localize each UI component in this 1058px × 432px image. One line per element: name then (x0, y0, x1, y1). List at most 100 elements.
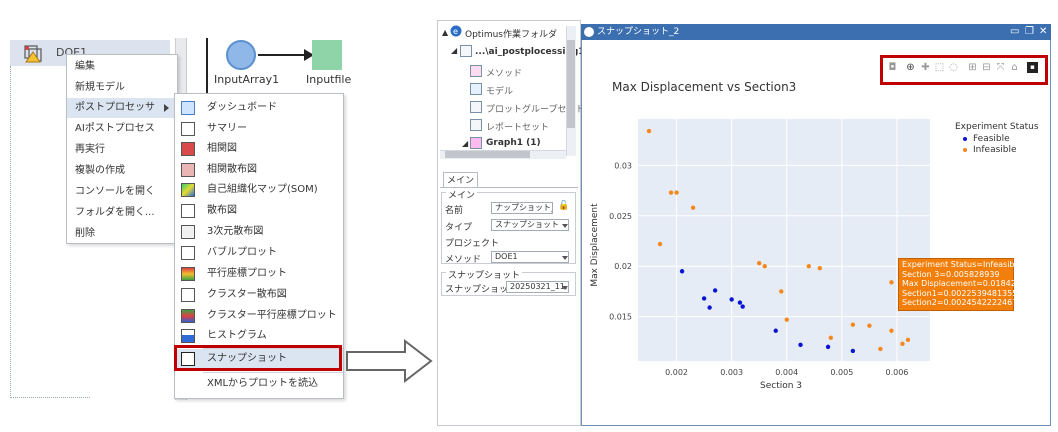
data-point-infeasible[interactable] (806, 264, 811, 269)
tree-guide-line (10, 66, 11, 396)
data-point-feasible[interactable] (737, 300, 743, 305)
data-point-infeasible[interactable] (867, 323, 872, 328)
menu-item-ai-postprocess[interactable]: AIポストプロセス (67, 119, 177, 139)
menu-item-new-model[interactable]: 新規モデル (67, 78, 177, 98)
data-point-infeasible[interactable] (905, 337, 911, 343)
data-point-feasible[interactable] (825, 344, 831, 350)
tree-collapse-icon[interactable]: ◢ (451, 46, 457, 55)
menu-item-cluster-parallel[interactable]: クラスター平行座標プロット (175, 306, 343, 326)
snapshot-select[interactable]: 20250321_11... (506, 281, 569, 293)
data-point-feasible[interactable] (679, 269, 685, 274)
menu-item-label: 散布図 (207, 205, 237, 216)
menu-item-open-console[interactable]: コンソールを開く (67, 182, 177, 202)
restore-icon[interactable]: ❐ (1025, 25, 1034, 39)
tree-item-report[interactable]: レポートセット (486, 120, 549, 133)
menu-item-cluster-scatter[interactable]: クラスター散布図 (175, 285, 343, 305)
data-point-infeasible[interactable] (690, 205, 696, 210)
home-icon[interactable]: ⌂ (1009, 62, 1020, 73)
method-select[interactable]: DOE1 (491, 251, 569, 263)
menu-item-3d-scatter[interactable]: 3次元散布図 (175, 222, 343, 242)
box-select-icon[interactable]: ⬚ (934, 62, 945, 73)
tab-main[interactable]: メイン (443, 172, 478, 188)
data-point-feasible[interactable] (740, 304, 745, 309)
autoscale-icon[interactable]: ⤧ (995, 62, 1006, 73)
group-main-title: メイン (446, 188, 478, 201)
data-point-feasible[interactable] (712, 288, 718, 293)
menu-item-dashboard[interactable]: ダッシュボード (175, 98, 343, 118)
menu-item-correlation-scatter[interactable]: 相関散布図 (175, 160, 343, 180)
legend-item-feasible[interactable]: Feasible (963, 134, 1039, 144)
menu-item-parallel[interactable]: 平行座標プロット (175, 264, 343, 284)
data-point-infeasible[interactable] (674, 190, 679, 195)
name-label: 名前 (445, 206, 464, 216)
data-point-feasible[interactable] (773, 328, 778, 333)
data-point-infeasible[interactable] (657, 241, 663, 247)
x-tick-label: 0.005 (830, 368, 853, 377)
close-icon[interactable]: ✕ (1039, 25, 1047, 39)
data-point-infeasible[interactable] (850, 322, 856, 327)
cluster-scatter-icon (181, 288, 195, 302)
data-point-infeasible[interactable] (828, 335, 834, 341)
data-point-feasible[interactable] (798, 342, 803, 348)
menu-item-delete[interactable]: 削除 (67, 224, 177, 244)
lock-icon[interactable]: 🔓 (558, 201, 569, 211)
workflow-node-inputfile[interactable] (312, 40, 342, 70)
zoom-in-icon[interactable]: ⊞ (967, 62, 978, 73)
legend-item-infeasible[interactable]: Infeasible (963, 145, 1039, 155)
name-field[interactable]: ナップショット_2 (491, 202, 553, 214)
data-point-infeasible[interactable] (889, 280, 894, 285)
menu-item-open-folder[interactable]: フォルダを開く... (67, 203, 177, 223)
lasso-icon[interactable]: ◌ (948, 62, 959, 73)
plotly-logo-icon[interactable]: ▪ (1027, 62, 1038, 73)
tree-item-method[interactable]: メソッド (486, 66, 522, 79)
camera-icon[interactable]: ◘ (887, 62, 898, 73)
tree-scrollbar-thumb[interactable] (567, 40, 575, 128)
menu-item-duplicate[interactable]: 複製の作成 (67, 161, 177, 181)
data-point-feasible[interactable] (701, 296, 707, 301)
zoom-icon[interactable]: ⊕ (905, 62, 916, 73)
menu-item-scatter[interactable]: 散布図 (175, 201, 343, 221)
scatter-chart: 0.015 0.02 0.025 0.03 0.002 0.003 0.004 0.005 0.… (609, 119, 930, 377)
data-point-feasible[interactable] (729, 297, 734, 302)
tree-guide-line-h (10, 397, 90, 398)
menu-item-rerun[interactable]: 再実行 (67, 140, 177, 160)
menu-item-summary[interactable]: サマリー (175, 119, 343, 139)
menu-item-edit[interactable]: 編集 (67, 57, 177, 77)
workflow-bar (206, 38, 208, 93)
data-point-feasible[interactable] (707, 305, 712, 310)
menu-item-som[interactable]: 自己組織化マップ(SOM) (175, 180, 343, 200)
pan-icon[interactable]: ✚ (920, 62, 931, 73)
data-point-infeasible[interactable] (646, 128, 652, 134)
data-point-infeasible[interactable] (668, 190, 674, 195)
table-icon (181, 122, 195, 136)
legend-marker-feasible (963, 136, 967, 141)
chevron-down-icon (562, 286, 568, 290)
snapshot-window-title[interactable]: スナップショット_2 (581, 24, 1051, 40)
tree-item-graph1[interactable]: Graph1 (1) (486, 138, 541, 148)
data-point-infeasible[interactable] (757, 260, 762, 266)
hover-tooltip: Experiment Status=Infeasible Section 3=0… (898, 258, 1033, 311)
tree-item-model[interactable]: モデル (486, 84, 513, 97)
workflow-node-inputarray1[interactable] (226, 40, 256, 70)
zoom-out-icon[interactable]: ⊟ (981, 62, 992, 73)
tree-root[interactable]: Optimus作業フォルダ (465, 27, 557, 40)
type-select[interactable]: スナップショット (491, 219, 569, 231)
tree-collapse-icon[interactable]: ▲ (442, 28, 448, 37)
data-point-infeasible[interactable] (779, 289, 784, 294)
tree-hscrollbar-thumb[interactable] (445, 151, 530, 158)
data-point-infeasible[interactable] (784, 317, 789, 322)
data-point-feasible[interactable] (850, 348, 856, 354)
menu-item-bubble[interactable]: バブルプロット (175, 243, 343, 263)
menu-item-label: 平行座標プロット (207, 268, 287, 279)
data-point-infeasible[interactable] (817, 266, 823, 271)
menu-item-postprocessor[interactable]: ポストプロセッサ (67, 98, 177, 118)
data-point-infeasible[interactable] (762, 264, 767, 269)
data-point-infeasible[interactable] (878, 346, 883, 352)
data-point-infeasible[interactable] (900, 341, 905, 347)
menu-item-correlation[interactable]: 相関図 (175, 139, 343, 159)
minimize-icon[interactable]: ▭ (1010, 25, 1019, 39)
menu-item-load-xml[interactable]: XMLからプロットを読込 (175, 374, 343, 394)
menu-item-histogram[interactable]: ヒストグラム (175, 326, 343, 346)
tree-collapse-icon[interactable]: ◢ (462, 139, 468, 148)
data-point-infeasible[interactable] (889, 328, 894, 333)
